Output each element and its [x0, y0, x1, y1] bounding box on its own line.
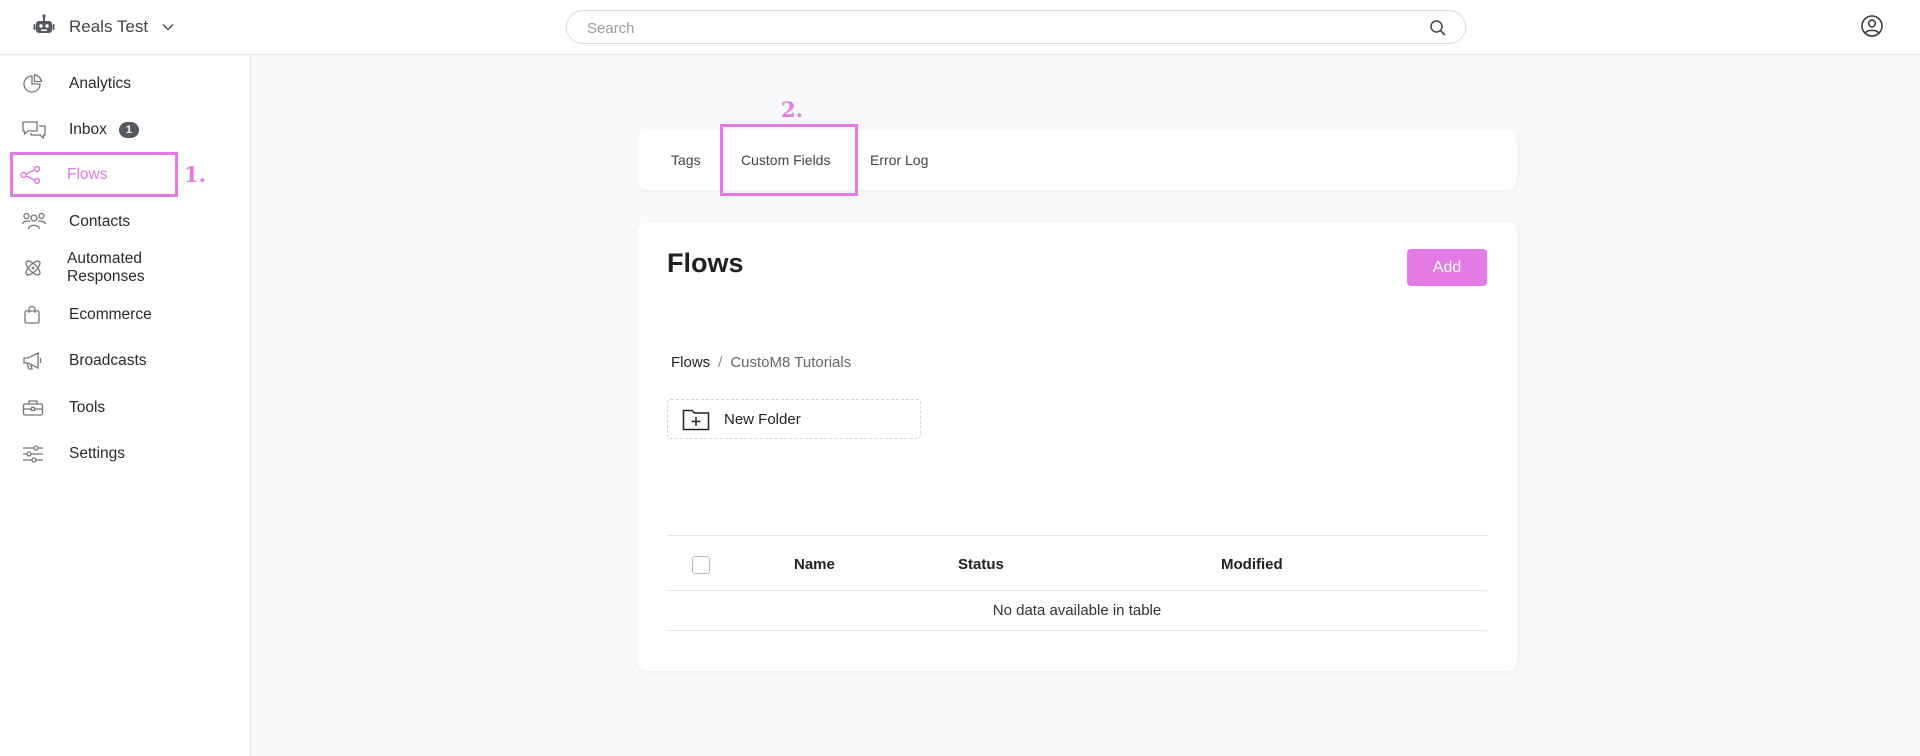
add-button[interactable]: Add: [1407, 249, 1487, 286]
breadcrumb: Flows / CustoM8 Tutorials: [671, 354, 851, 371]
sliders-icon: [22, 443, 48, 465]
toolbox-icon: [22, 397, 48, 419]
chevron-down-icon: [162, 18, 174, 36]
search-bar: [566, 10, 1466, 44]
select-all-checkbox[interactable]: [692, 556, 710, 574]
chat-bubbles-icon: [22, 119, 48, 141]
sidebar-item-tools[interactable]: Tools: [12, 386, 176, 430]
analytics-pie-icon: [22, 73, 48, 95]
sidebar-item-inbox[interactable]: Inbox 1: [12, 108, 176, 152]
sidebar-item-settings[interactable]: Settings: [12, 432, 176, 476]
sidebar-item-label: Inbox: [69, 121, 107, 138]
users-icon: [22, 211, 48, 233]
workspace-name: Reals Test: [69, 17, 149, 36]
sidebar-item-label: Analytics: [69, 75, 132, 92]
step-2-annotation: 2.: [781, 97, 803, 122]
breadcrumb-current: CustoM8 Tutorials: [730, 354, 852, 371]
tab-error-log[interactable]: Error Log: [870, 130, 928, 190]
megaphone-icon: [22, 350, 48, 372]
sidebar: Analytics Inbox 1 Flows Contacts Automat…: [0, 56, 251, 756]
workspace-switcher[interactable]: Reals Test: [33, 13, 174, 41]
column-header-name[interactable]: Name: [794, 536, 835, 592]
sidebar-item-label: Ecommerce: [69, 306, 152, 323]
column-header-modified[interactable]: Modified: [1221, 536, 1283, 592]
tab-custom-fields-highlight: [720, 124, 858, 196]
unread-count-badge: 1: [118, 122, 139, 138]
sidebar-item-ecommerce[interactable]: Ecommerce: [12, 293, 176, 337]
sidebar-item-label: Tools: [69, 399, 106, 416]
flows-panel: Flows Add Flows / CustoM8 Tutorials New …: [637, 222, 1517, 671]
sidebar-item-label: Broadcasts: [69, 352, 147, 369]
page-title: Flows: [667, 248, 744, 278]
breadcrumb-flows-link[interactable]: Flows: [671, 354, 710, 371]
new-folder-label: New Folder: [724, 410, 801, 428]
sidebar-item-automated-responses[interactable]: Automated Responses: [12, 246, 212, 290]
shopping-bag-icon: [22, 304, 48, 326]
folder-plus-icon: [682, 407, 710, 431]
atom-icon: [22, 257, 46, 279]
tab-tags[interactable]: Tags: [671, 130, 701, 190]
sidebar-item-label: Settings: [69, 445, 126, 462]
search-input[interactable]: [587, 18, 1407, 38]
breadcrumb-separator: /: [718, 354, 723, 371]
sidebar-item-label: Contacts: [69, 213, 131, 230]
column-header-status[interactable]: Status: [958, 536, 1004, 592]
user-account-icon[interactable]: [1860, 14, 1884, 43]
flows-table: Name Status Modified No data available i…: [667, 535, 1487, 631]
sidebar-item-label: Flows: [67, 165, 108, 183]
sidebar-item-label: Automated Responses: [67, 250, 145, 285]
table-header: Name Status Modified: [667, 535, 1487, 591]
robot-icon: [33, 13, 55, 41]
sidebar-item-contacts[interactable]: Contacts: [12, 200, 176, 244]
new-folder-button[interactable]: New Folder: [667, 399, 921, 439]
sidebar-item-analytics[interactable]: Analytics: [12, 62, 176, 106]
top-bar: Reals Test: [0, 0, 1920, 55]
search-icon[interactable]: [1429, 19, 1447, 42]
sidebar-item-flows[interactable]: Flows: [10, 152, 178, 197]
step-1-annotation: 1.: [184, 162, 206, 187]
sidebar-item-broadcasts[interactable]: Broadcasts: [12, 339, 176, 383]
share-nodes-icon: [20, 164, 46, 186]
table-empty-row: No data available in table: [667, 591, 1487, 631]
